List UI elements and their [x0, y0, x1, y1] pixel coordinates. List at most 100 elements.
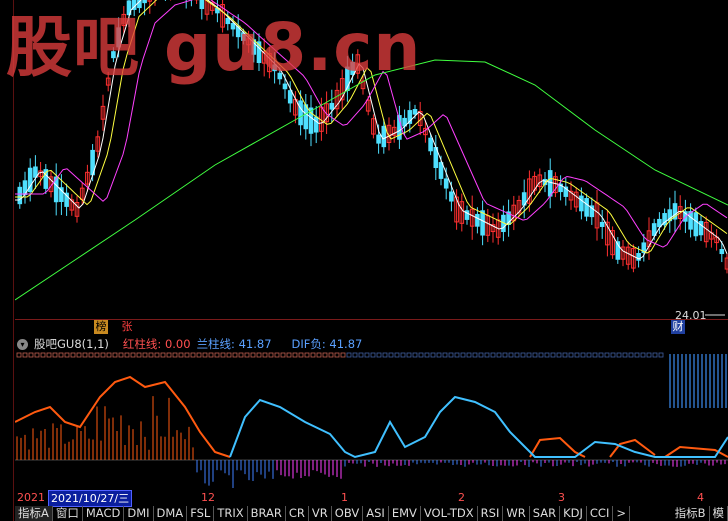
candle-body	[438, 162, 444, 179]
candle-body	[282, 83, 288, 90]
top-marker	[106, 352, 112, 358]
top-marker	[64, 352, 70, 358]
top-marker	[160, 352, 166, 358]
indicator-title[interactable]: 股吧GU8(1,1)	[34, 336, 109, 352]
time-axis: 2021 2021/10/27/三 12 1 2 3 4	[15, 490, 728, 507]
candle-body	[142, 0, 147, 4]
ma-line-white	[15, 0, 728, 260]
top-marker	[94, 352, 100, 358]
tab-trix[interactable]: TRIX	[214, 506, 248, 521]
top-marker	[448, 352, 454, 358]
top-marker	[178, 352, 184, 358]
candle-body	[475, 213, 480, 227]
tab-macd[interactable]: MACD	[83, 506, 125, 521]
tab-obv[interactable]: OBV	[332, 506, 364, 521]
top-marker	[100, 352, 106, 358]
top-marker	[484, 352, 490, 358]
tab-window[interactable]: 窗口	[53, 506, 83, 521]
top-marker	[208, 352, 214, 358]
top-marker	[598, 352, 604, 358]
top-marker	[514, 352, 520, 358]
tab-asi[interactable]: ASI	[363, 506, 389, 521]
top-marker	[136, 352, 142, 358]
left-scale-bar	[0, 0, 14, 521]
event-badge-limit-up[interactable]: 张	[120, 320, 134, 334]
tab-emv[interactable]: EMV	[389, 506, 421, 521]
top-marker	[286, 352, 292, 358]
tab-indicator-b[interactable]: 指标B	[672, 506, 710, 521]
tab-dmi[interactable]: DMI	[124, 506, 154, 521]
tab-sar[interactable]: SAR	[530, 506, 561, 521]
top-marker	[538, 352, 544, 358]
top-marker	[490, 352, 496, 358]
top-marker	[328, 352, 334, 358]
tab-brar[interactable]: BRAR	[248, 506, 286, 521]
tab-cr[interactable]: CR	[286, 506, 309, 521]
top-marker	[496, 352, 502, 358]
tab-rsi[interactable]: RSI	[478, 506, 504, 521]
axis-year-label: 2021	[17, 491, 45, 504]
top-marker	[472, 352, 478, 358]
top-marker	[508, 352, 514, 358]
tab-dma[interactable]: DMA	[154, 506, 188, 521]
top-marker	[406, 352, 412, 358]
oscillator-line-orange	[529, 436, 728, 458]
candle-body	[225, 17, 231, 25]
top-marker	[268, 352, 274, 358]
top-marker	[238, 352, 244, 358]
top-marker	[646, 352, 652, 358]
top-marker	[322, 352, 328, 358]
candle-body	[547, 170, 553, 197]
candle-body	[719, 249, 725, 255]
event-badge-finance[interactable]: 财	[671, 320, 685, 334]
top-marker	[478, 352, 484, 358]
top-marker	[124, 352, 130, 358]
top-marker	[400, 352, 406, 358]
top-marker	[502, 352, 508, 358]
top-marker	[226, 352, 232, 358]
axis-tick-label: 12	[201, 491, 215, 504]
axis-tick-label: 2	[458, 491, 465, 504]
candle-body	[277, 72, 283, 80]
ma-line-green	[15, 59, 728, 301]
top-marker	[622, 352, 628, 358]
top-marker	[370, 352, 376, 358]
candlestick-chart[interactable]	[15, 0, 728, 319]
selected-date-box: 2021/10/27/三	[48, 490, 133, 507]
candle-body	[657, 218, 662, 228]
indicator-menu-icon[interactable]: ▾	[17, 338, 28, 350]
tab-kdj[interactable]: KDJ	[560, 506, 587, 521]
candle-body	[230, 22, 236, 30]
event-badge-rank[interactable]: 榜	[94, 320, 108, 334]
candle-body	[443, 178, 449, 189]
top-marker	[262, 352, 268, 358]
tab-template[interactable]: 模	[710, 506, 728, 521]
indicator-header: ▾ 股吧GU8(1,1) 红柱线: 0.00 兰柱线: 41.87 DIF负: …	[15, 336, 362, 352]
candle-body	[381, 125, 387, 148]
top-marker	[214, 352, 220, 358]
top-marker	[298, 352, 304, 358]
top-marker	[130, 352, 136, 358]
tab-more-arrow[interactable]: >	[613, 506, 630, 521]
tab-cci[interactable]: CCI	[587, 506, 614, 521]
candle-body	[116, 27, 121, 48]
top-marker	[652, 352, 658, 358]
tab-wr[interactable]: WR	[503, 506, 530, 521]
top-marker	[88, 352, 94, 358]
tab-indicator-a[interactable]: 指标A	[15, 506, 53, 521]
top-marker	[334, 352, 340, 358]
tab-vr[interactable]: VR	[309, 506, 332, 521]
oscillator-chart[interactable]	[15, 352, 728, 490]
top-marker	[28, 352, 34, 358]
top-marker	[244, 352, 250, 358]
top-marker	[16, 352, 22, 358]
indicator-tab-bar-right: 指标B 模	[671, 506, 728, 521]
tab-fsl[interactable]: FSL	[187, 506, 215, 521]
top-marker	[250, 352, 256, 358]
top-marker	[466, 352, 472, 358]
top-marker	[148, 352, 154, 358]
candle-body	[449, 191, 454, 202]
candle-body	[313, 116, 319, 133]
top-marker	[568, 352, 574, 358]
tab-vol-tdx[interactable]: VOL-TDX	[421, 506, 478, 521]
